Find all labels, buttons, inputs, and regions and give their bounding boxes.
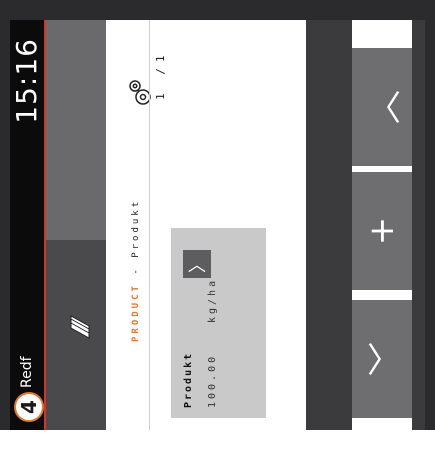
- product-rate-unit: kg/ha: [207, 277, 218, 323]
- breadcrumb-page: Produkt: [131, 198, 141, 258]
- scroll-down-button[interactable]: ﹀: [352, 300, 412, 418]
- account-name: Redf: [19, 356, 35, 388]
- product-title: Produkt: [183, 351, 194, 408]
- seed-icon: [66, 312, 94, 342]
- button-bar: ﹀ + ︿: [352, 20, 412, 430]
- screen: 4 Redf 15:16 PRODUCT - Produkt 1 /1 Prod…: [10, 20, 425, 430]
- breadcrumb-section: PRODUCT: [131, 283, 141, 342]
- gear-icon[interactable]: [124, 76, 158, 110]
- bezel-left: [0, 20, 10, 430]
- product-panel: PRODUCT - Produkt 1 /1 Produkt 100.00 kg…: [46, 20, 306, 430]
- page-counter: 1 /1: [154, 49, 167, 101]
- bezel-right: [425, 20, 435, 430]
- breadcrumb-separator: -: [131, 257, 141, 284]
- breadcrumb: PRODUCT - Produkt: [131, 199, 141, 342]
- product-card[interactable]: Produkt 100.00 kg/ha 〉: [171, 228, 266, 418]
- plus-icon: +: [362, 216, 402, 246]
- status-bar: 4 Redf 15:16: [10, 20, 44, 430]
- user-badge[interactable]: 4: [14, 392, 44, 422]
- header-divider: [149, 20, 150, 430]
- edit-product-button[interactable]: 〉: [183, 250, 211, 278]
- chevron-up-icon: ︿: [365, 90, 406, 124]
- product-rate-value: 100.00: [207, 353, 218, 408]
- terminal-frame: 4 Redf 15:16 PRODUCT - Produkt 1 /1 Prod…: [0, 0, 435, 452]
- bezel-bottom: [0, 430, 435, 452]
- clock: 15:16: [10, 38, 43, 124]
- scroll-up-button[interactable]: ︿: [352, 48, 412, 166]
- bezel-top: [0, 0, 435, 20]
- header-notch: [46, 20, 106, 240]
- chevron-down-icon: ﹀: [365, 342, 406, 376]
- add-button[interactable]: +: [352, 172, 412, 290]
- chevron-right-icon: 〉: [188, 255, 209, 273]
